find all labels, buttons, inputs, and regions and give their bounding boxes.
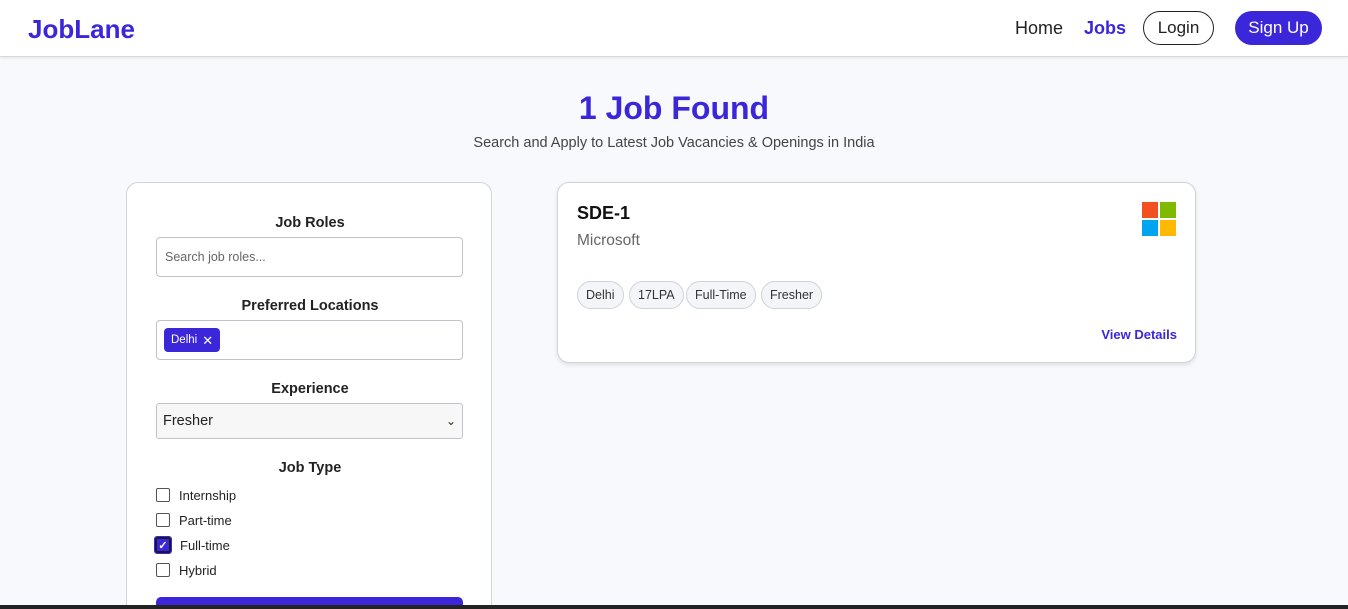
job-title: SDE-1 [577, 203, 631, 223]
job-type-option-internship: Internship [156, 486, 236, 504]
hybrid-checkbox[interactable] [156, 563, 170, 577]
job-type-label: Job Type [278, 460, 342, 476]
microsoft-logo [1142, 202, 1177, 237]
job-card[interactable]: SDE-1 Microsoft Delhi 17LPA Full-Time Fr… [557, 182, 1196, 363]
logo-square-red [1142, 202, 1158, 218]
nav-link-jobs[interactable]: Jobs [1084, 18, 1126, 39]
logo-square-yellow [1160, 220, 1176, 236]
navbar: JobLane Home Jobs Login Sign Up [0, 0, 1348, 57]
locations-field[interactable]: Delhi ✕ [156, 320, 463, 360]
nav-link-home[interactable]: Home [1015, 18, 1063, 39]
filter-panel: Job Roles Preferred Locations Delhi ✕ Ex… [126, 182, 492, 609]
view-details-link[interactable]: View Details [1101, 327, 1177, 342]
location-chip-delhi: Delhi ✕ [164, 328, 221, 352]
experience-selected-value: Fresher [163, 413, 213, 429]
full-time-label: Full-time [180, 537, 230, 553]
chevron-down-icon: ⌄ [445, 414, 456, 428]
job-roles-search-input[interactable] [157, 238, 462, 276]
logo-square-green [1160, 202, 1176, 218]
experience-select[interactable]: Fresher ⌄ [156, 403, 463, 439]
logo-square-blue [1142, 220, 1158, 236]
hybrid-label: Hybrid [179, 562, 217, 578]
page-title: 1 Job Found [578, 90, 770, 126]
locations-label: Preferred Locations [241, 298, 379, 314]
job-tag-type: Full-Time [686, 281, 756, 309]
login-button[interactable]: Login [1143, 11, 1214, 45]
job-tag-salary: 17LPA [629, 281, 684, 309]
part-time-checkbox[interactable] [156, 513, 170, 527]
full-time-checkbox[interactable]: ✓ [154, 536, 172, 554]
signup-button[interactable]: Sign Up [1235, 11, 1322, 45]
job-type-option-part-time: Part-time [156, 511, 232, 529]
window-bottom-edge [0, 605, 1348, 609]
job-type-option-full-time: ✓ Full-time [154, 536, 230, 554]
job-type-option-hybrid: Hybrid [156, 561, 217, 579]
experience-label: Experience [271, 381, 349, 397]
location-chip-label: Delhi [171, 334, 198, 346]
part-time-label: Part-time [179, 512, 232, 528]
check-icon: ✓ [158, 539, 168, 552]
internship-checkbox[interactable] [156, 488, 170, 502]
internship-label: Internship [179, 487, 237, 503]
job-company: Microsoft [577, 232, 640, 249]
page-subtitle: Search and Apply to Latest Job Vacancies… [473, 135, 875, 151]
job-tag-location: Delhi [577, 281, 624, 309]
job-tag-experience: Fresher [761, 281, 823, 309]
job-roles-label: Job Roles [275, 215, 345, 231]
brand-logo[interactable]: JobLane [28, 14, 135, 45]
close-icon[interactable]: ✕ [202, 334, 213, 347]
job-roles-field [156, 237, 463, 277]
